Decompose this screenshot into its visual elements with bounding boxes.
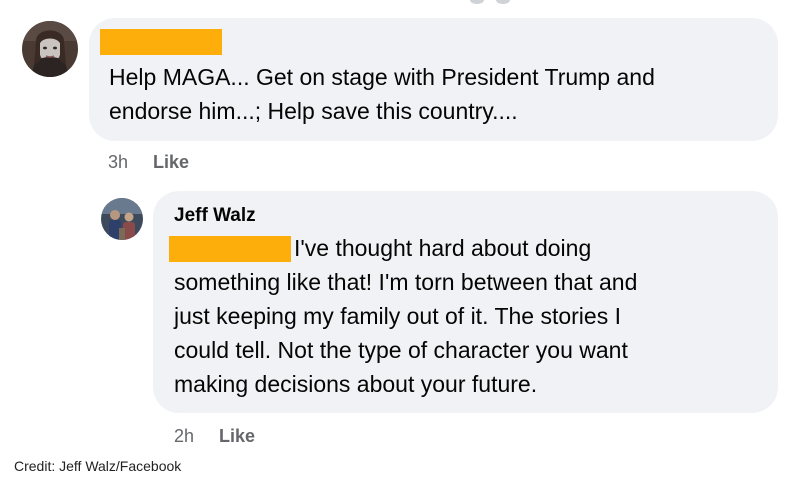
like-button[interactable]: Like [153, 152, 189, 172]
reply-text: I've thought hard about doing something … [174, 231, 637, 401]
comment-text-line: endorse him...; Help save this country..… [109, 98, 518, 124]
comment-meta: 3h Like [108, 152, 189, 173]
image-credit: Credit: Jeff Walz/Facebook [14, 458, 182, 474]
reply-text-line: just keeping my family out of it. The st… [174, 303, 621, 329]
reply-text-line: something like that! I'm torn between th… [174, 269, 638, 295]
comment-text: Help MAGA... Get on stage with President… [109, 60, 655, 128]
reply-text-line: could tell. Not the type of character yo… [174, 337, 628, 363]
reply-author-avatar[interactable] [101, 198, 143, 240]
commenter-avatar[interactable] [22, 21, 78, 77]
reply-text-line: making decisions about your future. [174, 371, 538, 397]
like-button[interactable]: Like [219, 426, 255, 446]
redacted-author-name [100, 29, 222, 55]
reply-timestamp[interactable]: 2h [174, 426, 194, 446]
top-decoration [470, 0, 510, 6]
comment-text-line: Help MAGA... Get on stage with President… [109, 64, 655, 90]
reply-text-line: I've thought hard about doing [294, 235, 592, 261]
comment-timestamp[interactable]: 3h [108, 152, 128, 172]
reply-meta: 2h Like [174, 426, 255, 447]
reply-author-name[interactable]: Jeff Walz [174, 205, 256, 227]
